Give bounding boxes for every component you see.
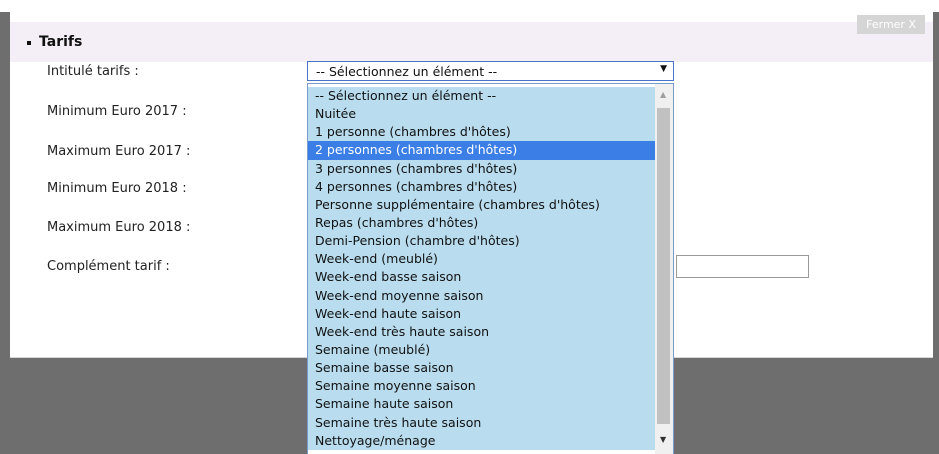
panel-header: Tarifs: [10, 22, 933, 62]
dropdown-option[interactable]: Week-end très haute saison: [308, 322, 655, 341]
min-2017-label: Minimum Euro 2017 :: [47, 104, 187, 119]
dropdown-option[interactable]: Week-end moyenne saison: [308, 286, 655, 305]
bullet-icon: [27, 41, 31, 45]
dropdown-option[interactable]: Nettoyage/ménage: [308, 431, 655, 450]
scroll-down-icon[interactable]: ▼: [660, 435, 666, 444]
dropdown-option[interactable]: Repas (chambres d'hôtes): [308, 213, 655, 233]
dropdown-option[interactable]: Semaine moyenne saison: [308, 377, 655, 396]
dropdown-option[interactable]: 3 personnes (chambres d'hôtes): [308, 159, 655, 178]
dropdown-option[interactable]: -- Sélectionnez un élément --: [308, 87, 655, 106]
dropdown-list[interactable]: -- Sélectionnez un élément -- Nuitée 1 per…: [307, 83, 674, 454]
dropdown-option[interactable]: 1 personne (chambres d'hôtes): [308, 123, 655, 142]
dropdown-option[interactable]: Semaine haute saison: [308, 395, 655, 414]
dropdown-options: -- Sélectionnez un élément -- Nuitée 1 per…: [308, 87, 655, 450]
complement-label: Complément tarif :: [47, 259, 170, 274]
dropdown-option[interactable]: Semaine basse saison: [308, 359, 655, 378]
dropdown-scrollbar[interactable]: ▲ ▼: [655, 84, 673, 454]
intitule-label: Intitulé tarifs :: [47, 64, 139, 79]
min-2018-label: Minimum Euro 2018 :: [47, 181, 187, 196]
max-2018-label: Maximum Euro 2018 :: [47, 220, 191, 235]
intitule-select[interactable]: -- Sélectionnez un élément -- ▼: [307, 61, 674, 81]
dropdown-option[interactable]: 2 personnes (chambres d'hôtes): [308, 141, 655, 160]
complement-input[interactable]: [676, 255, 809, 278]
dropdown-option[interactable]: Nuitée: [308, 105, 655, 124]
dropdown-option[interactable]: Demi-Pension (chambre d'hôtes): [308, 232, 655, 251]
scroll-up-icon[interactable]: ▲: [660, 90, 666, 99]
panel-title: Tarifs: [39, 34, 83, 50]
dropdown-option[interactable]: Week-end basse saison: [308, 268, 655, 287]
dropdown-option[interactable]: Semaine (meublé): [308, 340, 655, 360]
dropdown-option[interactable]: 4 personnes (chambres d'hôtes): [308, 177, 655, 196]
top-strip: [0, 0, 939, 12]
dropdown-option[interactable]: Personne supplémentaire (chambres d'hôte…: [308, 195, 655, 214]
select-value: -- Sélectionnez un élément --: [316, 64, 498, 79]
select-arrow-icon[interactable]: ▼: [660, 64, 667, 74]
scroll-thumb[interactable]: [657, 108, 670, 424]
close-button[interactable]: Fermer X: [857, 15, 925, 34]
max-2017-label: Maximum Euro 2017 :: [47, 144, 191, 159]
dropdown-option[interactable]: Semaine très haute saison: [308, 413, 655, 432]
dropdown-option[interactable]: Week-end haute saison: [308, 304, 655, 323]
dropdown-option[interactable]: Week-end (meublé): [308, 250, 655, 269]
